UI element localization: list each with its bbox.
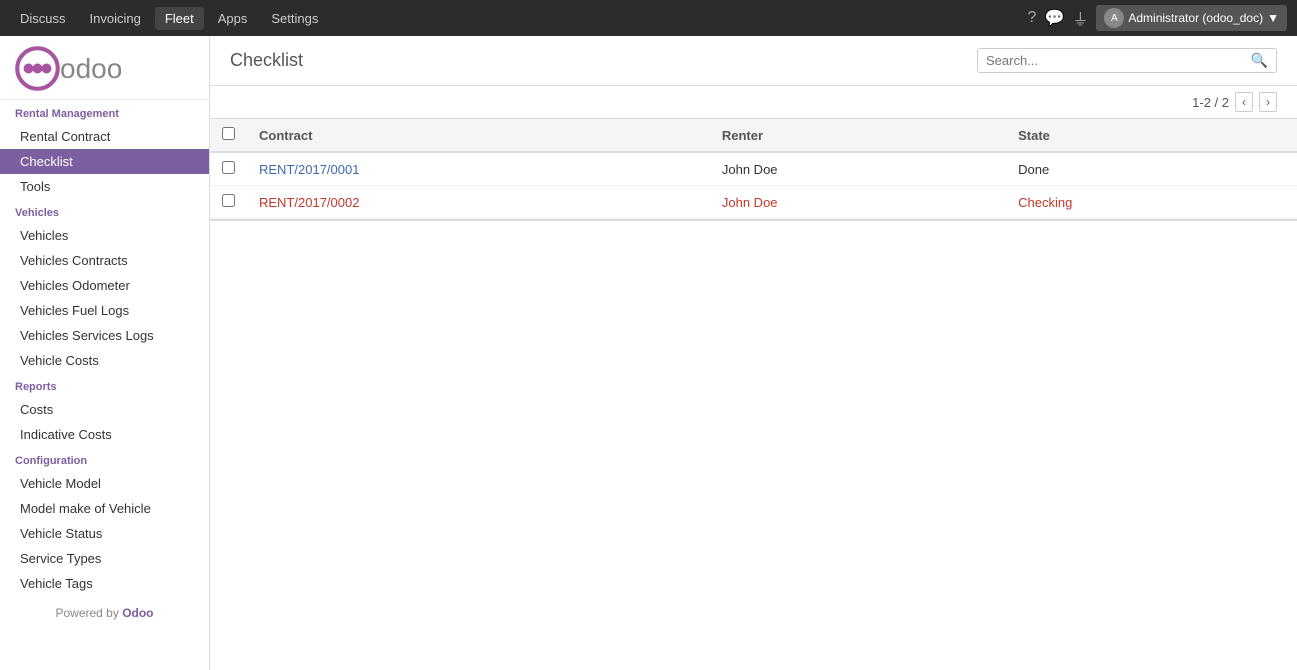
odoo-logo: odoo [15, 46, 194, 91]
select-all-checkbox[interactable] [222, 127, 235, 140]
sidebar-item-indicative-costs[interactable]: Indicative Costs [0, 422, 209, 447]
contract-link[interactable]: RENT/2017/0001 [259, 162, 359, 177]
col-contract[interactable]: Contract [247, 119, 710, 152]
user-menu[interactable]: A Administrator (odoo_doc) ▼ [1096, 5, 1287, 31]
table-header-row: Contract Renter State [210, 119, 1297, 152]
sidebar-item-model-make[interactable]: Model make of Vehicle [0, 496, 209, 521]
pagination-prev[interactable]: ‹ [1235, 92, 1253, 112]
sidebar-footer: Powered by Odoo [0, 596, 209, 630]
cell-renter: John Doe [710, 152, 1006, 186]
search-bar: 🔍 [977, 48, 1277, 73]
cell-state: Checking [1006, 186, 1297, 219]
odoo-text: odoo [60, 53, 122, 85]
content-area: Checklist 🔍 1-2 / 2 ‹ › Contract [210, 36, 1297, 670]
contract-link[interactable]: RENT/2017/0002 [259, 195, 359, 210]
state-value: Done [1018, 162, 1049, 177]
row-checkbox[interactable] [222, 194, 235, 207]
user-dropdown-icon: ▼ [1267, 11, 1279, 25]
sidebar-logo[interactable]: odoo [0, 36, 209, 100]
sidebar-item-vehicle-model[interactable]: Vehicle Model [0, 471, 209, 496]
col-state[interactable]: State [1006, 119, 1297, 152]
content-header: Checklist 🔍 [210, 36, 1297, 86]
apps-grid-icon[interactable]: ⏚ [1072, 6, 1088, 30]
divider-cell [210, 219, 1297, 221]
cell-renter: John Doe [710, 186, 1006, 219]
search-icon[interactable]: 🔍 [1251, 52, 1268, 69]
sidebar-item-vehicles-services-logs[interactable]: Vehicles Services Logs [0, 323, 209, 348]
sidebar-item-vehicles-fuel-logs[interactable]: Vehicles Fuel Logs [0, 298, 209, 323]
cell-contract: RENT/2017/0001 [247, 152, 710, 186]
odoo-brand: Odoo [122, 606, 153, 620]
row-checkbox-cell [210, 186, 247, 219]
sidebar-section-vehicles: Vehicles [0, 199, 209, 223]
sidebar-section-rental: Rental Management [0, 100, 209, 124]
pagination-info: 1-2 / 2 [1192, 95, 1229, 110]
sidebar-item-vehicles[interactable]: Vehicles [0, 223, 209, 248]
nav-settings[interactable]: Settings [261, 7, 328, 30]
user-label: Administrator (odoo_doc) [1128, 11, 1263, 25]
sidebar-item-tools[interactable]: Tools [0, 174, 209, 199]
renter-name: John Doe [722, 195, 778, 210]
checklist-table: Contract Renter State RENT/2017/0001 [210, 119, 1297, 221]
cell-state: Done [1006, 152, 1297, 186]
top-navigation: Discuss Invoicing Fleet Apps Settings ? … [0, 0, 1297, 36]
search-input[interactable] [986, 53, 1251, 68]
sidebar-item-checklist[interactable]: Checklist [0, 149, 209, 174]
page-title: Checklist [230, 50, 303, 71]
nav-menu: Discuss Invoicing Fleet Apps Settings [10, 7, 1028, 30]
sidebar-item-service-types[interactable]: Service Types [0, 546, 209, 571]
sidebar-item-vehicle-costs[interactable]: Vehicle Costs [0, 348, 209, 373]
help-icon[interactable]: ? [1028, 9, 1037, 27]
sidebar-item-vehicle-status[interactable]: Vehicle Status [0, 521, 209, 546]
renter-name: John Doe [722, 162, 778, 177]
sidebar-item-vehicles-contracts[interactable]: Vehicles Contracts [0, 248, 209, 273]
main-layout: odoo Rental Management Rental Contract C… [0, 36, 1297, 670]
chat-icon[interactable]: 💬 [1044, 8, 1064, 28]
odoo-icon [15, 46, 60, 91]
table-container: Contract Renter State RENT/2017/0001 [210, 119, 1297, 670]
nav-invoicing[interactable]: Invoicing [80, 7, 151, 30]
nav-apps[interactable]: Apps [208, 7, 258, 30]
table-divider [210, 219, 1297, 221]
state-value: Checking [1018, 195, 1072, 210]
pagination-next[interactable]: › [1259, 92, 1277, 112]
select-all-header [210, 119, 247, 152]
col-renter[interactable]: Renter [710, 119, 1006, 152]
row-checkbox-cell [210, 152, 247, 186]
table-row: RENT/2017/0002 John Doe Checking [210, 186, 1297, 219]
sidebar-item-rental-contract[interactable]: Rental Contract [0, 124, 209, 149]
sidebar-item-costs[interactable]: Costs [0, 397, 209, 422]
sidebar-item-vehicles-odometer[interactable]: Vehicles Odometer [0, 273, 209, 298]
nav-fleet[interactable]: Fleet [155, 7, 204, 30]
table-row: RENT/2017/0001 John Doe Done [210, 152, 1297, 186]
sidebar: odoo Rental Management Rental Contract C… [0, 36, 210, 670]
sidebar-section-reports: Reports [0, 373, 209, 397]
row-checkbox[interactable] [222, 161, 235, 174]
pagination-bar: 1-2 / 2 ‹ › [210, 86, 1297, 119]
nav-right-icons: ? 💬 ⏚ A Administrator (odoo_doc) ▼ [1028, 5, 1287, 31]
sidebar-item-vehicle-tags[interactable]: Vehicle Tags [0, 571, 209, 596]
sidebar-section-configuration: Configuration [0, 447, 209, 471]
nav-discuss[interactable]: Discuss [10, 7, 76, 30]
avatar: A [1104, 8, 1124, 28]
cell-contract: RENT/2017/0002 [247, 186, 710, 219]
